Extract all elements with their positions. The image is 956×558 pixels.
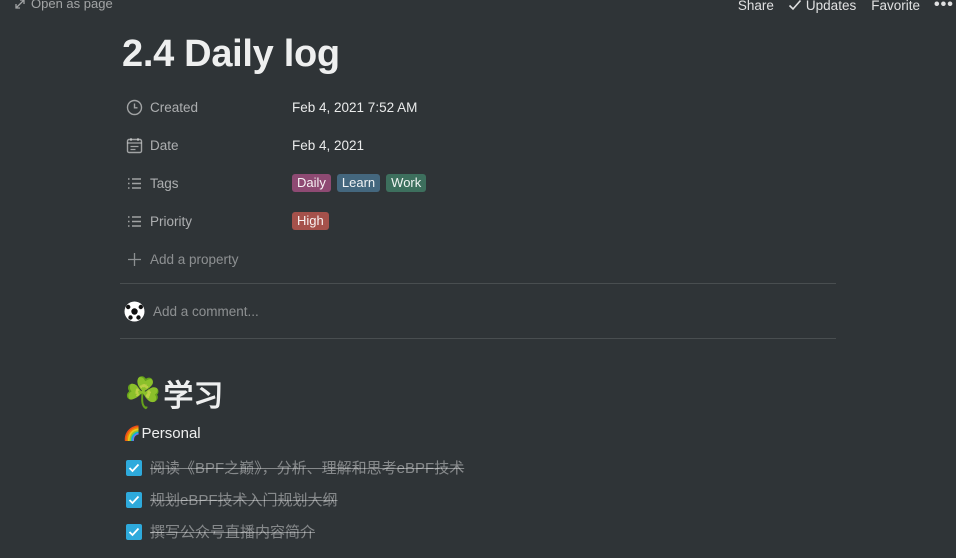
share-button[interactable]: Share: [738, 0, 774, 13]
tag-high: High: [292, 212, 329, 230]
add-comment-placeholder: Add a comment...: [153, 304, 259, 319]
property-label: Created: [150, 99, 199, 115]
tag-work: Work: [386, 174, 427, 192]
expand-diagonal-icon: [15, 0, 25, 9]
property-label: Tags: [150, 175, 179, 191]
more-dots-icon: •••: [934, 0, 954, 13]
more-options-button[interactable]: •••: [934, 0, 956, 14]
subheading-text: Personal: [141, 425, 201, 442]
subheading[interactable]: 🌈 Personal: [123, 425, 201, 442]
updates-button[interactable]: Updates: [788, 0, 856, 13]
updates-label: Updates: [805, 0, 857, 13]
list-icon: [128, 215, 141, 227]
tag-daily: Daily: [292, 174, 331, 192]
property-value-tags[interactable]: Daily Learn Work: [292, 174, 427, 192]
open-as-page-label: Open as page: [31, 0, 113, 11]
checkmark-icon: [128, 495, 140, 504]
todo-text[interactable]: 撰写公众号直播内容简介: [150, 521, 315, 542]
property-name-date[interactable]: Date: [120, 137, 291, 154]
checkbox[interactable]: [126, 491, 142, 508]
checkbox[interactable]: [126, 523, 142, 540]
open-as-page-button[interactable]: Open as page: [14, 0, 113, 11]
add-property-label: Add a property: [150, 251, 239, 267]
divider: [120, 338, 836, 339]
property-name-created[interactable]: Created: [120, 99, 291, 116]
shamrock-icon: ☘️: [124, 376, 162, 410]
checkbox[interactable]: [126, 459, 142, 476]
property-name-priority[interactable]: Priority: [120, 213, 291, 230]
todo-text[interactable]: 阅读《BPF之巅》，分析、理解和思考eBPF技术: [150, 457, 464, 478]
checkmark-icon: [788, 0, 802, 11]
property-name-tags[interactable]: Tags: [120, 175, 291, 192]
add-property-row: Add a property: [120, 251, 291, 268]
todo-item: 撰写公众号直播内容简介: [126, 521, 315, 542]
property-priority: Priority High: [120, 202, 836, 240]
checkmark-icon: [128, 463, 140, 472]
property-label: Date: [150, 137, 179, 153]
todo-text[interactable]: 规划eBPF技术入门规划大纲: [150, 489, 338, 510]
property-tags: Tags Daily Learn Work: [120, 164, 836, 202]
plus-icon: [128, 252, 141, 266]
favorite-button[interactable]: Favorite: [871, 0, 920, 13]
avatar: [124, 301, 145, 322]
property-created: Created Feb 4, 2021 7:52 AM: [120, 88, 836, 126]
section-heading-text: 学习: [163, 380, 224, 413]
share-label: Share: [737, 0, 774, 13]
property-date: Date Feb 4, 2021: [120, 126, 836, 164]
properties-panel: Created Feb 4, 2021 7:52 AM Date Feb 4, …: [120, 88, 836, 278]
todo-item: 阅读《BPF之巅》，分析、理解和思考eBPF技术: [126, 457, 464, 478]
checkmark-icon: [128, 527, 140, 536]
favorite-label: Favorite: [871, 0, 920, 13]
top-bar: Open as page Share Updates Favorite •••: [0, 0, 956, 14]
property-label: Priority: [150, 213, 193, 229]
list-icon: [128, 177, 141, 189]
add-property-button[interactable]: Add a property: [120, 240, 836, 278]
property-value-created: Feb 4, 2021 7:52 AM: [292, 99, 418, 115]
page-title[interactable]: 2.4 Daily log: [122, 33, 340, 76]
clock-icon: [126, 99, 143, 115]
add-comment-field[interactable]: Add a comment...: [124, 301, 259, 322]
rainbow-icon: 🌈: [123, 425, 141, 441]
todo-item: 规划eBPF技术入门规划大纲: [126, 489, 338, 510]
property-value-date[interactable]: Feb 4, 2021: [292, 138, 364, 153]
property-value-priority[interactable]: High: [292, 212, 329, 230]
calendar-icon: [126, 137, 143, 153]
divider: [120, 283, 836, 284]
tag-learn: Learn: [336, 174, 381, 192]
section-heading[interactable]: ☘️ 学习: [124, 371, 223, 415]
